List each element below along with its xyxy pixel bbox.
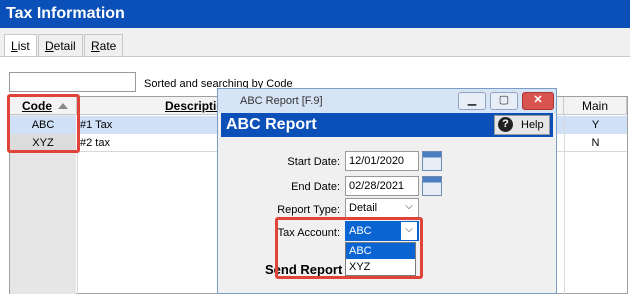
- start-date-label: Start Date:: [287, 156, 340, 168]
- maximize-icon: ▢: [498, 94, 510, 106]
- close-icon: ✕: [533, 94, 543, 106]
- start-date-field[interactable]: 12/01/2020: [345, 151, 419, 171]
- calendar-icon[interactable]: [422, 176, 442, 196]
- row-main: Y: [591, 119, 600, 131]
- calendar-icon[interactable]: [422, 151, 442, 171]
- row-description: #1 Tax: [80, 119, 113, 131]
- column-header-main[interactable]: Main: [564, 97, 627, 115]
- end-date-label: End Date:: [291, 181, 340, 193]
- column-divider: [564, 115, 565, 294]
- code-column-highlight: [7, 94, 80, 153]
- row-description: #2 tax: [80, 137, 110, 149]
- maximize-button[interactable]: ▢: [490, 92, 518, 110]
- help-icon: ?: [498, 117, 513, 132]
- tax-account-highlight: [275, 217, 423, 279]
- close-button[interactable]: ✕: [522, 92, 554, 110]
- window-title: Tax Information: [0, 0, 630, 28]
- minimize-icon: ▁: [467, 94, 477, 106]
- search-input[interactable]: [9, 72, 136, 92]
- tab-rate[interactable]: Rate: [84, 34, 124, 56]
- dialog-title: ABC Report [F.9]: [240, 95, 323, 107]
- tab-list[interactable]: List: [4, 34, 37, 57]
- report-type-value: Detail: [349, 202, 378, 214]
- end-date-field[interactable]: 02/28/2021: [345, 176, 419, 196]
- report-type-label: Report Type:: [277, 204, 340, 216]
- tab-detail[interactable]: Detail: [38, 34, 83, 56]
- help-label: Help: [521, 119, 544, 131]
- dialog-heading: ABC Report: [226, 116, 317, 133]
- chevron-down-icon: ⌵: [405, 201, 413, 212]
- row-main: N: [591, 137, 600, 149]
- minimize-button[interactable]: ▁: [458, 92, 486, 110]
